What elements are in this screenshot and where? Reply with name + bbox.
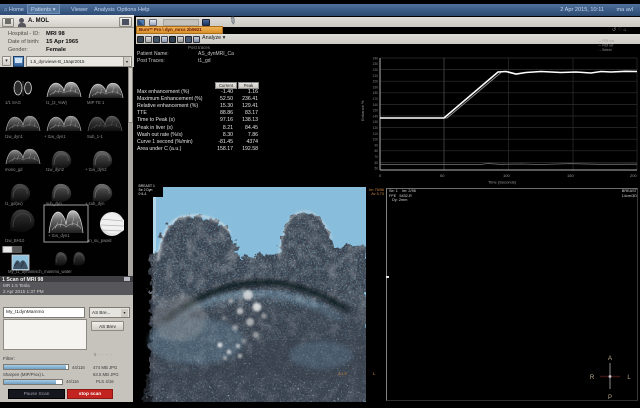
svg-text:80: 80: [374, 149, 378, 153]
svg-text:200: 200: [630, 173, 637, 178]
svg-text:100: 100: [373, 138, 379, 142]
svg-text:— ROI cur: — ROI cur: [598, 39, 615, 43]
svg-text:0: 0: [379, 173, 382, 178]
svg-text:100: 100: [503, 173, 510, 178]
svg-text:A 1 E: A 1 E: [338, 372, 348, 376]
svg-text:150: 150: [373, 109, 379, 113]
svg-text:A: A: [608, 356, 612, 362]
svg-text:130: 130: [373, 120, 379, 124]
svg-text:— ROI ref: — ROI ref: [598, 44, 613, 48]
svg-text:210: 210: [373, 74, 379, 78]
svg-text:150: 150: [567, 173, 574, 178]
svg-text:180: 180: [373, 91, 379, 95]
svg-text:R: R: [590, 375, 595, 381]
svg-text:- - Select: - - Select: [598, 48, 612, 52]
svg-text:120: 120: [373, 126, 379, 130]
svg-text:170: 170: [373, 97, 379, 101]
svg-text:70: 70: [374, 155, 378, 159]
svg-text:190: 190: [373, 85, 379, 89]
svg-text:50: 50: [440, 173, 445, 178]
svg-text:0 6-4: 0 6-4: [139, 192, 147, 196]
svg-text:230: 230: [373, 62, 379, 66]
svg-text:140: 140: [373, 114, 379, 118]
svg-text:P: P: [608, 395, 612, 401]
svg-text:240: 240: [373, 56, 379, 60]
svg-text:Time (Seconds): Time (Seconds): [488, 180, 517, 185]
svg-text:L: L: [627, 375, 631, 381]
svg-text:200: 200: [373, 80, 379, 84]
svg-text:220: 220: [373, 68, 379, 72]
svg-text:110: 110: [373, 132, 378, 136]
svg-text:60: 60: [374, 161, 378, 165]
svg-text:160: 160: [373, 103, 379, 107]
svg-text:90: 90: [374, 143, 378, 147]
svg-text:50: 50: [374, 167, 378, 171]
svg-text:Enhance %: Enhance %: [360, 100, 365, 121]
